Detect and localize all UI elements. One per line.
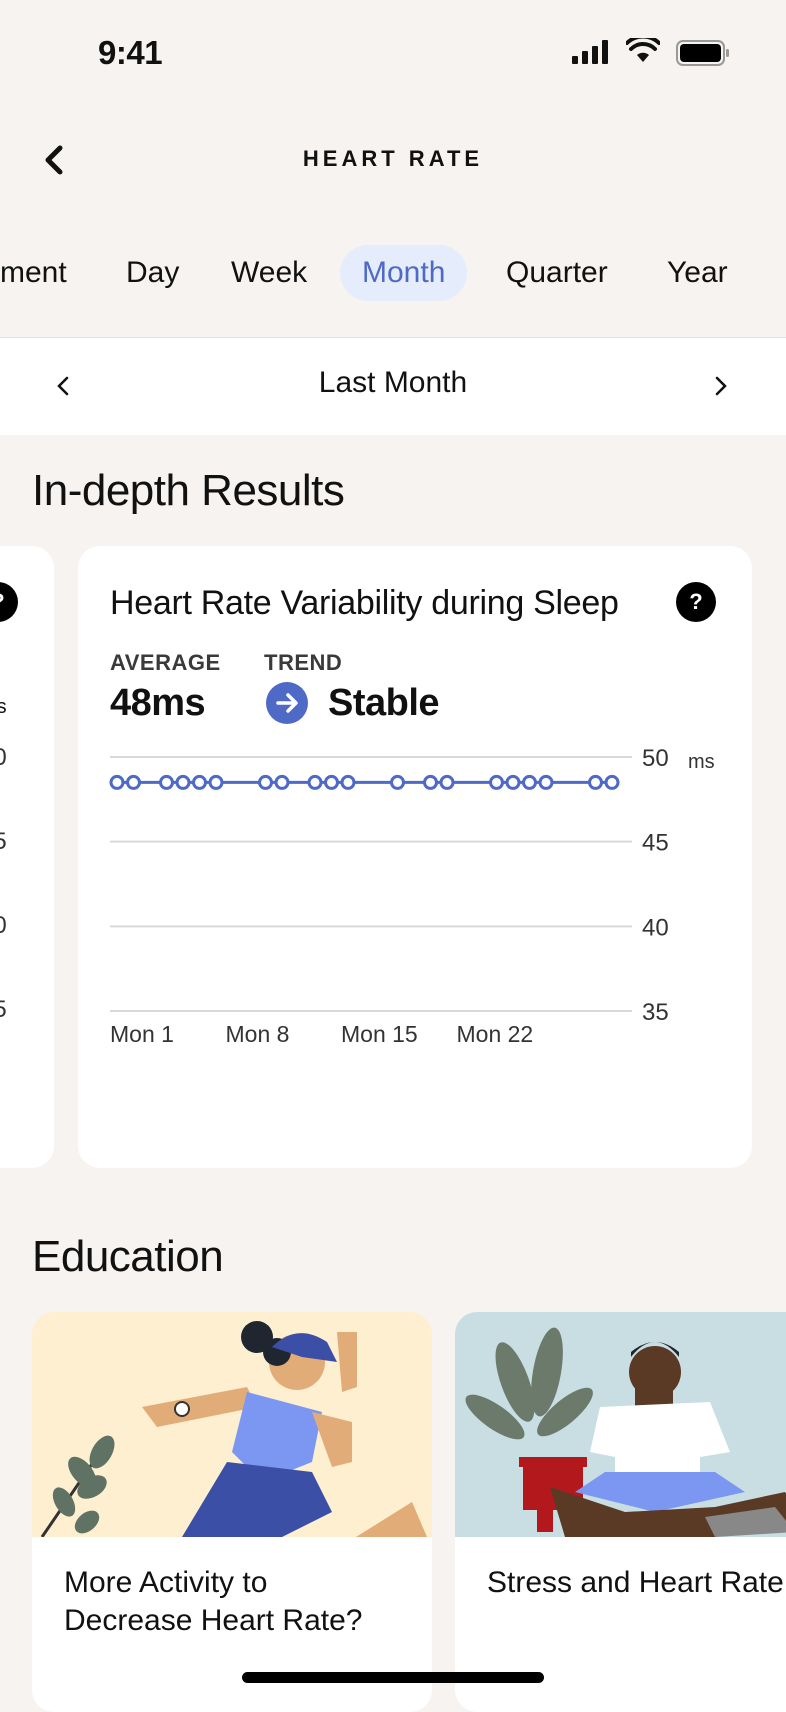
nav-header: HEART RATE [0, 120, 786, 200]
date-range-selector: Last Month [0, 337, 786, 435]
y-tick-label: 45 [642, 830, 669, 857]
data-point[interactable] [109, 774, 125, 790]
data-point[interactable] [538, 774, 554, 790]
status-time: 9:41 [98, 34, 163, 71]
x-tick-label: Mon 8 [226, 1021, 290, 1047]
battery-icon [676, 40, 729, 66]
data-point[interactable] [175, 774, 191, 790]
title-line: Decrease Heart Rate? [64, 1604, 363, 1637]
y-tick-label: 35 [642, 999, 669, 1026]
data-point[interactable] [505, 774, 521, 790]
data-point[interactable] [522, 774, 537, 790]
y-axis-unit: ms [688, 751, 715, 773]
data-point[interactable] [489, 774, 504, 790]
prev-y-tick: 50 [0, 744, 7, 771]
hrv-line-chart: ms 50 45 40 35 Mon 1 Mon 8 Mon 15 Mon 22 [109, 745, 715, 1047]
tab-month[interactable]: Month [340, 245, 468, 301]
data-point[interactable] [208, 774, 224, 790]
data-point[interactable] [423, 774, 438, 790]
data-point[interactable] [258, 774, 273, 790]
home-indicator [242, 1672, 544, 1683]
section-title-results: In-depth Results [32, 466, 345, 515]
prev-chart-unit: ms [0, 696, 7, 718]
next-period-button[interactable] [706, 366, 736, 406]
data-point[interactable] [340, 774, 356, 790]
x-tick-label: Mon 22 [457, 1021, 534, 1047]
cellular-signal-icon [572, 40, 608, 64]
x-tick-label: Mon 15 [341, 1021, 418, 1047]
tab-day[interactable]: Day [104, 245, 201, 301]
data-point[interactable] [439, 774, 455, 790]
range-label: Last Month [318, 366, 468, 399]
data-point[interactable] [307, 774, 323, 790]
data-point[interactable] [192, 774, 207, 790]
education-card-title: Stress and Heart Rate [487, 1564, 784, 1602]
title-line: More Activity to [64, 1566, 268, 1599]
prev-y-tick: 35 [0, 996, 7, 1023]
education-card[interactable]: Stress and Heart Rate [455, 1312, 786, 1712]
y-tick-label: 50 [642, 745, 669, 772]
data-point[interactable] [588, 774, 603, 790]
period-tabs: ment Day Week Month Quarter Year [0, 245, 786, 305]
y-tick-label: 40 [642, 914, 669, 941]
data-point[interactable] [324, 774, 339, 790]
data-point[interactable] [274, 774, 290, 790]
wifi-icon [626, 38, 660, 62]
data-point[interactable] [604, 774, 620, 790]
status-bar: 9:41 [0, 0, 786, 100]
section-title-education: Education [32, 1232, 224, 1281]
prev-y-tick: 45 [0, 828, 7, 855]
tab-year[interactable]: Year [645, 245, 750, 301]
runner-illustration [32, 1312, 432, 1537]
education-card[interactable]: More Activity to Decrease Heart Rate? [32, 1312, 432, 1712]
question-circle-icon[interactable]: ? [0, 582, 18, 622]
hrv-result-card: Heart Rate Variability during Sleep ? AV… [78, 546, 752, 1168]
data-point[interactable] [390, 774, 405, 790]
data-point[interactable] [126, 774, 141, 790]
previous-result-card[interactable]: ? ms 50 45 40 35 [0, 546, 54, 1168]
tab-week[interactable]: Week [209, 245, 329, 301]
tab-moment[interactable]: ment [0, 245, 89, 301]
x-tick-label: Mon 1 [110, 1021, 174, 1047]
meditation-illustration [455, 1312, 786, 1537]
education-card-title: More Activity to Decrease Heart Rate? [64, 1564, 362, 1640]
data-point[interactable] [159, 774, 174, 790]
page-title: HEART RATE [302, 146, 484, 171]
title-line: Stress and Heart Rate [487, 1566, 784, 1599]
tab-quarter[interactable]: Quarter [484, 245, 630, 301]
prev-y-tick: 40 [0, 912, 7, 939]
